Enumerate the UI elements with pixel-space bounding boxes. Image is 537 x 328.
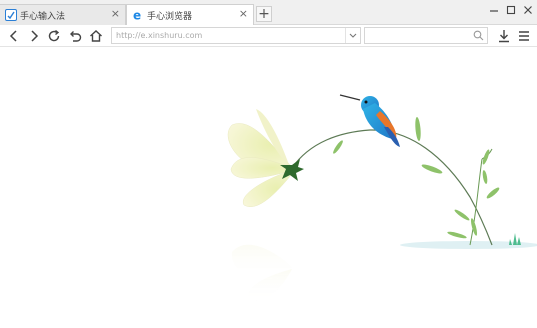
minimize-icon[interactable] bbox=[487, 3, 501, 17]
menu-icon[interactable] bbox=[516, 28, 532, 44]
grass-icon bbox=[509, 233, 521, 245]
chevron-down-icon[interactable] bbox=[345, 28, 360, 43]
search-box[interactable] bbox=[364, 27, 488, 45]
home-icon[interactable] bbox=[88, 28, 104, 44]
page-content bbox=[0, 47, 537, 325]
hummingbird-flower-illustration bbox=[227, 94, 537, 302]
forward-icon[interactable] bbox=[26, 28, 42, 44]
tab-bar: 手心输入法 × e 手心浏览器 × + bbox=[0, 0, 537, 26]
tab-close-icon[interactable]: × bbox=[111, 7, 120, 20]
input-method-icon bbox=[5, 9, 17, 21]
new-tab-button[interactable]: + bbox=[256, 6, 272, 22]
flower-stem bbox=[291, 129, 493, 246]
tab-input-method[interactable]: 手心输入法 × bbox=[0, 4, 126, 25]
search-input[interactable] bbox=[365, 28, 469, 45]
plant-leaves bbox=[333, 117, 500, 239]
flower-reflection bbox=[231, 244, 292, 302]
back-icon[interactable] bbox=[6, 28, 22, 44]
navigation-bar bbox=[0, 25, 537, 47]
browser-window: 手心输入法 × e 手心浏览器 × + bbox=[0, 0, 537, 325]
address-bar[interactable] bbox=[111, 27, 361, 44]
search-icon[interactable] bbox=[473, 30, 484, 41]
maximize-icon[interactable] bbox=[504, 3, 518, 17]
tab-close-icon[interactable]: × bbox=[239, 7, 248, 20]
url-input[interactable] bbox=[112, 28, 348, 43]
browser-e-icon: e bbox=[132, 9, 144, 23]
undo-icon[interactable] bbox=[67, 28, 83, 44]
download-icon[interactable] bbox=[496, 28, 512, 44]
tab-browser[interactable]: e 手心浏览器 × bbox=[126, 4, 254, 26]
svg-text:e: e bbox=[133, 9, 141, 21]
hummingbird bbox=[339, 94, 400, 147]
tab-label: 手心浏览器 bbox=[147, 12, 193, 22]
reload-icon[interactable] bbox=[46, 28, 62, 44]
flower bbox=[227, 109, 304, 207]
close-icon[interactable] bbox=[521, 3, 535, 17]
tab-label: 手心输入法 bbox=[20, 12, 66, 22]
